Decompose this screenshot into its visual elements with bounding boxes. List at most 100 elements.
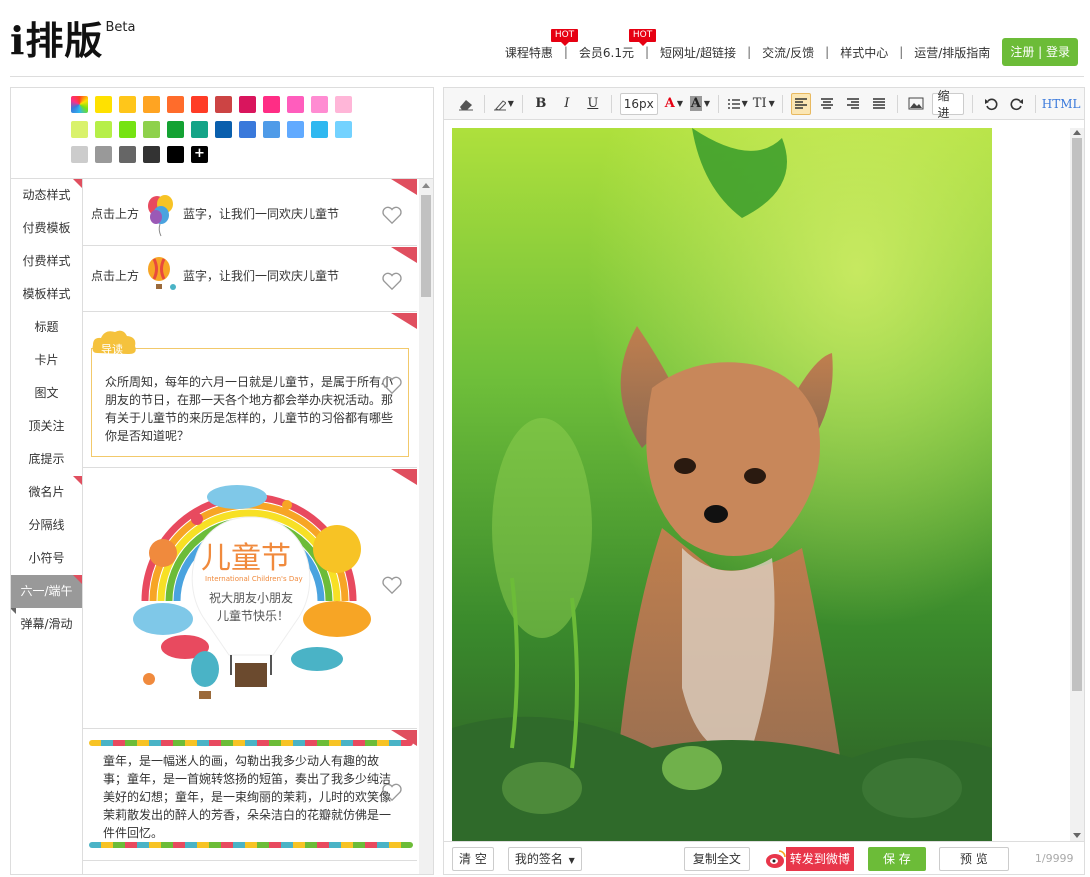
color-swatch[interactable] xyxy=(311,121,328,138)
template-item[interactable]: 点击上方 蓝字，让我们一同欢庆儿童节 xyxy=(83,247,417,312)
scroll-up-icon[interactable] xyxy=(422,183,430,188)
category-item[interactable]: 微名片 xyxy=(11,476,82,509)
wish-line-1: 祝大朋友小朋友 xyxy=(209,591,294,605)
category-item[interactable]: 标题 xyxy=(11,311,82,344)
color-swatch[interactable] xyxy=(119,121,136,138)
font-size-select[interactable]: 16px xyxy=(619,92,658,115)
signature-select[interactable]: 我的签名 ▼ xyxy=(507,846,582,871)
weibo-icon[interactable] xyxy=(764,848,786,870)
category-item[interactable]: 卡片 xyxy=(11,344,82,377)
color-swatch[interactable] xyxy=(239,96,256,113)
nav-guide[interactable]: 运营/排版指南 xyxy=(912,44,992,61)
color-swatch[interactable] xyxy=(191,121,208,138)
template-item[interactable]: 点击上方 蓝字，让我们一同欢庆儿童节 xyxy=(83,179,417,246)
childrens-day-subtitle: International Children's Day xyxy=(205,575,303,583)
align-right-icon[interactable] xyxy=(843,93,863,115)
color-swatch[interactable] xyxy=(287,96,304,113)
html-button[interactable]: HTML xyxy=(1042,93,1081,115)
preview-button[interactable]: 预 览 xyxy=(938,846,1009,871)
align-center-icon[interactable] xyxy=(817,93,837,115)
color-swatch[interactable] xyxy=(71,146,88,163)
add-color-button[interactable]: + xyxy=(191,146,208,163)
childrens-day-title: 儿童节 xyxy=(201,541,291,576)
editor-scrollbar[interactable] xyxy=(1070,128,1084,841)
category-item[interactable]: 动态样式 xyxy=(11,179,82,212)
editor-canvas[interactable] xyxy=(452,128,992,841)
nav-membership[interactable]: HOT 会员6.1元 xyxy=(577,28,657,61)
category-item[interactable]: 小符号 xyxy=(11,542,82,575)
color-picker-swatch[interactable] xyxy=(71,96,88,113)
category-item[interactable]: 六一/端午 xyxy=(11,575,82,614)
color-swatch[interactable] xyxy=(215,121,232,138)
color-swatch[interactable] xyxy=(167,96,184,113)
clear-button[interactable]: 清 空 xyxy=(452,846,494,871)
align-justify-icon[interactable] xyxy=(869,93,889,115)
nav-style-center[interactable]: 样式中心 xyxy=(838,44,890,61)
text-size-button[interactable]: TI ▼ xyxy=(753,93,775,115)
align-left-icon[interactable] xyxy=(790,92,811,115)
category-item[interactable]: 付费样式 xyxy=(11,245,82,278)
color-swatch[interactable] xyxy=(311,96,328,113)
save-button[interactable]: 保 存 xyxy=(867,846,926,871)
color-swatch[interactable] xyxy=(95,96,112,113)
scroll-thumb[interactable] xyxy=(1072,138,1082,691)
color-swatch[interactable] xyxy=(119,96,136,113)
color-swatch[interactable] xyxy=(263,96,280,113)
category-item[interactable]: 底提示 xyxy=(11,443,82,476)
heart-icon[interactable] xyxy=(381,205,403,225)
color-swatch[interactable] xyxy=(215,96,232,113)
template-scrollbar[interactable] xyxy=(419,178,433,874)
indent-button[interactable]: 缩进 xyxy=(931,89,965,120)
heart-icon[interactable] xyxy=(381,782,403,802)
undo-icon[interactable] xyxy=(981,93,1001,115)
color-swatch[interactable] xyxy=(335,121,352,138)
color-swatch[interactable] xyxy=(119,146,136,163)
color-swatch[interactable] xyxy=(143,121,160,138)
font-color-button[interactable]: A ▼ xyxy=(664,93,684,115)
color-swatch[interactable] xyxy=(143,146,160,163)
color-swatch[interactable] xyxy=(263,121,280,138)
template-item[interactable]: 导读 众所周知，每年的六月一日就是儿童节，是属于所有小朋友的节日，在那一天各个地… xyxy=(83,313,417,468)
color-swatch[interactable] xyxy=(167,121,184,138)
image-icon[interactable] xyxy=(906,93,926,115)
heart-icon[interactable] xyxy=(381,575,403,595)
background-color-button[interactable]: A ▼ xyxy=(689,93,710,115)
category-item[interactable]: 模板样式 xyxy=(11,278,82,311)
copy-all-button[interactable]: 复制全文 xyxy=(683,846,750,871)
format-painter-icon[interactable]: ▼ xyxy=(493,93,514,115)
category-item[interactable]: 图文 xyxy=(11,377,82,410)
italic-button[interactable]: I xyxy=(557,93,577,115)
category-item[interactable]: 付费模板 xyxy=(11,212,82,245)
color-swatch[interactable] xyxy=(167,146,184,163)
nav-feedback[interactable]: 交流/反馈 xyxy=(760,44,816,61)
color-swatch[interactable] xyxy=(143,96,160,113)
color-swatch[interactable] xyxy=(335,96,352,113)
nav-short-url[interactable]: 短网址/超链接 xyxy=(658,44,738,61)
color-swatch[interactable] xyxy=(287,121,304,138)
color-swatch[interactable] xyxy=(95,146,112,163)
template-item[interactable]: 儿童节 International Children's Day 祝大朋友小朋友… xyxy=(83,469,417,729)
category-item[interactable]: 分隔线 xyxy=(11,509,82,542)
underline-button[interactable]: U xyxy=(583,93,603,115)
nav-course-deals[interactable]: HOT 课程特惠 xyxy=(503,28,579,61)
scroll-thumb[interactable] xyxy=(421,195,431,297)
register-login-button[interactable]: 注册 | 登录 xyxy=(1002,38,1078,66)
scroll-up-icon[interactable] xyxy=(1073,130,1081,135)
color-swatch[interactable] xyxy=(95,121,112,138)
scroll-down-icon[interactable] xyxy=(1073,833,1081,838)
color-swatch[interactable] xyxy=(239,121,256,138)
share-weibo-button[interactable]: 转发到微博 xyxy=(785,846,854,871)
eraser-icon[interactable] xyxy=(456,93,476,115)
heart-icon[interactable] xyxy=(381,271,403,291)
balloon-icon xyxy=(148,195,173,237)
logo[interactable]: i排版 Beta xyxy=(10,18,135,66)
heart-icon[interactable] xyxy=(381,375,403,395)
category-item[interactable]: 弹幕/滑动 xyxy=(11,608,82,641)
list-icon[interactable]: ▼ xyxy=(727,93,748,115)
redo-icon[interactable] xyxy=(1007,93,1027,115)
bold-button[interactable]: B xyxy=(531,93,551,115)
category-item[interactable]: 顶关注 xyxy=(11,410,82,443)
color-swatch[interactable] xyxy=(191,96,208,113)
color-swatch[interactable] xyxy=(71,121,88,138)
template-item[interactable]: 童年，是一幅迷人的画，勾勒出我多少动人有趣的故事；童年，是一首婉转悠扬的短笛，奏… xyxy=(83,730,417,861)
